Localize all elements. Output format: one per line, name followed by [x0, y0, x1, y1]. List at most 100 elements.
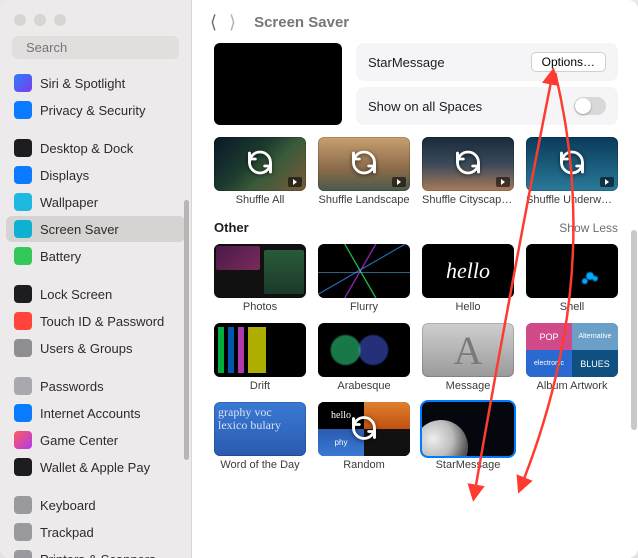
sidebar-item-wallet-apple-pay[interactable]: Wallet & Apple Pay [6, 454, 185, 480]
tile-label: Photos [214, 301, 306, 313]
shuffle-tile[interactable]: Shuffle Cityscape ↓ [422, 137, 514, 206]
options-button[interactable]: Options… [531, 52, 606, 72]
shuffle-tile[interactable]: Shuffle All [214, 137, 306, 206]
sidebar-item-label: Printers & Scanners [40, 552, 156, 558]
saver-tile-starmessage[interactable]: StarMessage [422, 402, 514, 471]
sidebar-item-privacy-security[interactable]: Privacy & Security [6, 97, 185, 123]
sidebar-item-label: Battery [40, 249, 81, 264]
tile-thumbnail [318, 244, 410, 298]
window: Siri & Spotlight Privacy & Security Deskto… [0, 0, 638, 558]
tile-thumbnail: POPAlternativeelectronicBLUES [526, 323, 618, 377]
search-field[interactable] [12, 36, 179, 59]
tile-thumbnail [214, 137, 306, 191]
tile-thumbnail [526, 244, 618, 298]
sidebar-item-screen-saver[interactable]: Screen Saver [6, 216, 185, 242]
sidebar-item-users-groups[interactable]: Users & Groups [6, 335, 185, 361]
sidebar-item-label: Siri & Spotlight [40, 76, 125, 91]
sidebar-item-internet-accounts[interactable]: Internet Accounts [6, 400, 185, 426]
tile-label: Shell [526, 301, 618, 313]
sidebar-scrollbar[interactable] [184, 80, 189, 508]
sidebar-nav: Siri & Spotlight Privacy & Security Deskto… [0, 65, 191, 558]
spaces-toggle[interactable] [574, 97, 606, 115]
sidebar-icon [14, 431, 32, 449]
sidebar-item-label: Wallpaper [40, 195, 98, 210]
play-icon [600, 177, 614, 187]
sidebar-item-lock-screen[interactable]: Lock Screen [6, 281, 185, 307]
toolbar: ⟨ ⟩ Screen Saver [192, 0, 638, 41]
row-name: StarMessage Options… [356, 43, 618, 81]
tile-label: Shuffle Underwater ↓ [526, 194, 618, 206]
sidebar-item-displays[interactable]: Displays [6, 162, 185, 188]
sidebar: Siri & Spotlight Privacy & Security Deskto… [0, 0, 192, 558]
sidebar-icon [14, 458, 32, 476]
saver-tile-photos[interactable]: Photos [214, 244, 306, 313]
selection-summary: StarMessage Options… Show on all Spaces [214, 43, 618, 125]
show-less-button[interactable]: Show Less [559, 221, 618, 235]
sidebar-item-label: Passwords [40, 379, 104, 394]
tile-thumbnail: graphy voc lexico bulary [214, 402, 306, 456]
sidebar-item-siri-spotlight[interactable]: Siri & Spotlight [6, 70, 185, 96]
sidebar-item-label: Touch ID & Password [40, 314, 164, 329]
saver-tile-hello[interactable]: helloHello [422, 244, 514, 313]
row-spaces: Show on all Spaces [356, 87, 618, 125]
content: StarMessage Options… Show on all Spaces … [192, 41, 638, 558]
sidebar-icon [14, 312, 32, 330]
preview-thumbnail[interactable] [214, 43, 342, 125]
sidebar-icon [14, 74, 32, 92]
sidebar-item-label: Keyboard [40, 498, 96, 513]
saver-tile-random[interactable]: hellophyRandom [318, 402, 410, 471]
tile-label: Message [422, 380, 514, 392]
sidebar-item-label: Desktop & Dock [40, 141, 133, 156]
page-title: Screen Saver [254, 14, 349, 31]
saver-tile-message[interactable]: A Message [422, 323, 514, 392]
saver-tile-word-of-the-day[interactable]: graphy voc lexico bulary Word of the Day [214, 402, 306, 471]
shuffle-tile[interactable]: Shuffle Landscape [318, 137, 410, 206]
sidebar-icon [14, 166, 32, 184]
sidebar-item-game-center[interactable]: Game Center [6, 427, 185, 453]
tile-label: StarMessage [422, 459, 514, 471]
sidebar-item-passwords[interactable]: Passwords [6, 373, 185, 399]
tile-thumbnail [318, 323, 410, 377]
sidebar-icon [14, 550, 32, 558]
back-button[interactable]: ⟨ [210, 12, 217, 33]
main-pane: ⟨ ⟩ Screen Saver StarMessage Options… Sh… [192, 0, 638, 558]
sidebar-item-desktop-dock[interactable]: Desktop & Dock [6, 135, 185, 161]
shuffle-grid: Shuffle All Shuffle Landscape Shuffle City… [214, 137, 618, 206]
sidebar-item-trackpad[interactable]: Trackpad [6, 519, 185, 545]
saver-tile-shell[interactable]: Shell [526, 244, 618, 313]
other-grid: Photos FlurryhelloHello Shell DriftArabesqu… [214, 244, 618, 471]
play-icon [496, 177, 510, 187]
search-input[interactable] [26, 40, 202, 55]
tile-label: Shuffle Landscape [318, 194, 410, 206]
sidebar-item-label: Users & Groups [40, 341, 132, 356]
sidebar-item-label: Internet Accounts [40, 406, 140, 421]
saver-tile-drift[interactable]: Drift [214, 323, 306, 392]
sidebar-item-label: Privacy & Security [40, 103, 145, 118]
tile-label: Word of the Day [214, 459, 306, 471]
saver-tile-arabesque[interactable]: Arabesque [318, 323, 410, 392]
shuffle-icon [350, 149, 378, 180]
tile-thumbnail [214, 244, 306, 298]
forward-button: ⟩ [229, 12, 236, 33]
sidebar-icon [14, 139, 32, 157]
minimize-icon[interactable] [34, 14, 46, 26]
play-icon [392, 177, 406, 187]
sidebar-item-label: Screen Saver [40, 222, 119, 237]
main-scrollbar[interactable] [631, 230, 637, 430]
sidebar-item-label: Trackpad [40, 525, 94, 540]
sidebar-item-keyboard[interactable]: Keyboard [6, 492, 185, 518]
sidebar-item-battery[interactable]: Battery [6, 243, 185, 269]
saver-tile-album-artwork[interactable]: POPAlternativeelectronicBLUESAlbum Artwo… [526, 323, 618, 392]
saver-tile-flurry[interactable]: Flurry [318, 244, 410, 313]
zoom-icon[interactable] [54, 14, 66, 26]
close-icon[interactable] [14, 14, 26, 26]
sidebar-item-wallpaper[interactable]: Wallpaper [6, 189, 185, 215]
sidebar-item-printers-scanners[interactable]: Printers & Scanners [6, 546, 185, 558]
sidebar-item-touch-id-password[interactable]: Touch ID & Password [6, 308, 185, 334]
sidebar-item-label: Displays [40, 168, 89, 183]
sidebar-icon [14, 404, 32, 422]
tile-thumbnail: A [422, 323, 514, 377]
sidebar-icon [14, 193, 32, 211]
shuffle-tile[interactable]: Shuffle Underwater ↓ [526, 137, 618, 206]
scrollbar-thumb[interactable] [184, 200, 189, 460]
